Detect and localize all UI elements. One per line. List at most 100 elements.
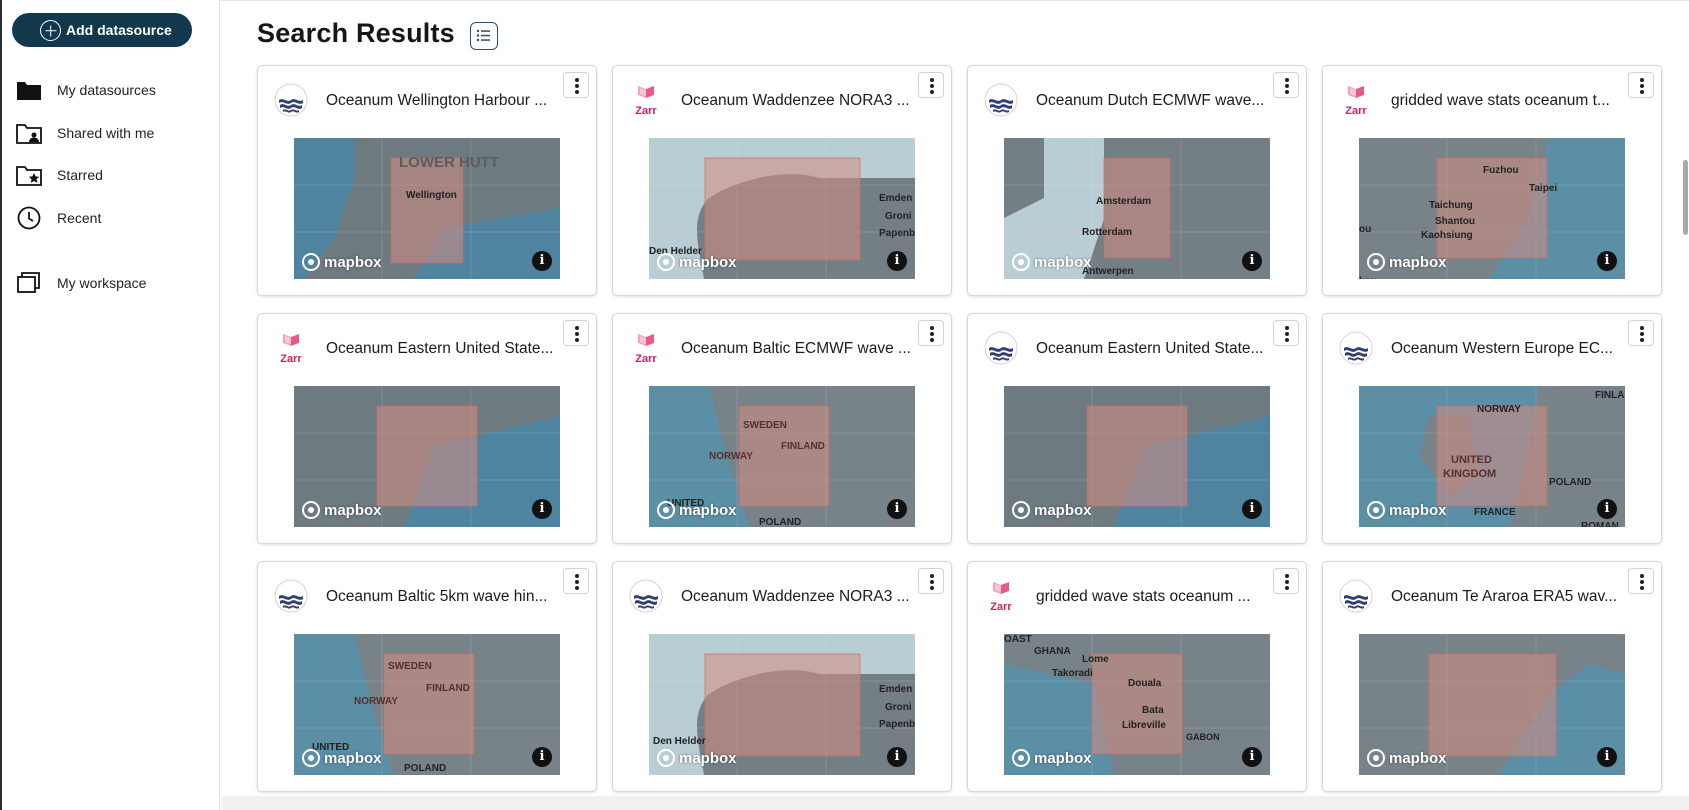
mapbox-icon bbox=[1367, 501, 1385, 519]
scrollbar[interactable] bbox=[1683, 160, 1688, 235]
more-options-button[interactable] bbox=[1273, 72, 1299, 98]
datasource-card[interactable]: Oceanum Wellington Harbour ... LOWER HUTT… bbox=[257, 65, 597, 296]
mapbox-logo[interactable]: mapbox bbox=[1367, 253, 1447, 271]
mapbox-logo[interactable]: mapbox bbox=[1012, 253, 1092, 271]
more-options-button[interactable] bbox=[918, 72, 944, 98]
info-icon[interactable]: i bbox=[887, 499, 907, 519]
mapbox-icon bbox=[657, 749, 675, 767]
mapbox-icon bbox=[1012, 501, 1030, 519]
more-options-button[interactable] bbox=[1273, 320, 1299, 346]
bounding-box bbox=[704, 653, 861, 757]
bounding-box bbox=[1428, 653, 1557, 757]
datasource-card[interactable]: Oceanum Eastern United State... mapbox i bbox=[967, 313, 1307, 544]
mapbox-logo[interactable]: mapbox bbox=[657, 253, 737, 271]
mapbox-logo[interactable]: mapbox bbox=[1012, 501, 1092, 519]
map-label: NORWAY bbox=[354, 696, 398, 707]
map-preview[interactable]: Den HelderEmdenGroniPapenbumapboxi bbox=[649, 138, 915, 279]
info-icon[interactable]: i bbox=[1242, 499, 1262, 519]
mapbox-text: mapbox bbox=[1034, 501, 1092, 519]
datasource-card[interactable]: Oceanum Dutch ECMWF wave... Amsterdam Rott… bbox=[967, 65, 1307, 296]
datasource-name[interactable]: Oceanum Eastern United State... bbox=[1036, 340, 1266, 358]
info-icon[interactable]: i bbox=[887, 747, 907, 767]
map-label: POLAND bbox=[1549, 477, 1592, 488]
info-icon[interactable]: i bbox=[532, 747, 552, 767]
more-options-button[interactable] bbox=[563, 320, 589, 346]
oceanum-logo-icon bbox=[274, 83, 308, 117]
more-options-button[interactable] bbox=[1628, 320, 1654, 346]
map-preview[interactable]: Fuzhou Taipei Taichung Shantou Kaohsiung ou ko… bbox=[1359, 138, 1625, 279]
map-preview[interactable]: mapbox i bbox=[294, 386, 560, 527]
map-preview[interactable]: mapbox i bbox=[1359, 634, 1625, 775]
datasource-name[interactable]: Oceanum Baltic 5km wave hin... bbox=[326, 588, 556, 606]
datasource-name[interactable]: Oceanum Eastern United State... bbox=[326, 340, 556, 358]
datasource-card[interactable]: Oceanum Te Araroa ERA5 wav... mapbox i bbox=[1322, 561, 1662, 792]
map-preview[interactable]: SWEDEN FINLAND NORWAY UNITED POLAND mapbox i bbox=[649, 386, 915, 527]
map-label: Kaohsiung bbox=[1421, 230, 1473, 241]
map-preview[interactable]: Den HelderEmdenGroniPapenbumapboxi bbox=[649, 634, 915, 775]
info-icon[interactable]: i bbox=[1597, 499, 1617, 519]
info-icon[interactable]: i bbox=[1242, 251, 1262, 271]
mapbox-logo[interactable]: mapbox bbox=[657, 501, 737, 519]
more-options-button[interactable] bbox=[1628, 72, 1654, 98]
map-label: KINGDOM bbox=[1443, 468, 1497, 480]
map-preview[interactable]: mapbox i bbox=[1004, 386, 1270, 527]
datasource-name[interactable]: Oceanum Waddenzee NORA3 ... bbox=[681, 588, 911, 606]
map-preview[interactable]: NORWAY FINLAN UNITED KINGDOM POLAND FRANCE ROM… bbox=[1359, 386, 1625, 527]
info-icon[interactable]: i bbox=[532, 499, 552, 519]
mapbox-logo[interactable]: mapbox bbox=[302, 501, 382, 519]
map-label: Libreville bbox=[1122, 720, 1166, 731]
datasource-name[interactable]: Oceanum Western Europe EC... bbox=[1391, 340, 1621, 358]
mapbox-logo[interactable]: mapbox bbox=[302, 749, 382, 767]
more-options-button[interactable] bbox=[918, 568, 944, 594]
datasource-card[interactable]: Oceanum Baltic 5km wave hin... SWEDEN FINL… bbox=[257, 561, 597, 792]
list-icon bbox=[476, 29, 490, 42]
datasource-card[interactable]: Oceanum Waddenzee NORA3 ... Den Helder Emd… bbox=[612, 561, 952, 792]
datasource-name[interactable]: Oceanum Dutch ECMWF wave... bbox=[1036, 92, 1266, 110]
map-label: UNITED bbox=[1451, 454, 1492, 466]
sidebar-item-my-datasources[interactable]: My datasources bbox=[16, 75, 206, 105]
mapbox-logo[interactable]: mapbox bbox=[1367, 749, 1447, 767]
map-preview[interactable]: LOWER HUTT Wellington mapbox i bbox=[294, 138, 560, 279]
info-icon[interactable]: i bbox=[887, 251, 907, 271]
mapbox-text: mapbox bbox=[1034, 749, 1092, 767]
more-options-button[interactable] bbox=[918, 320, 944, 346]
mapbox-text: mapbox bbox=[324, 253, 382, 271]
sidebar-item-recent[interactable]: Recent bbox=[16, 203, 206, 233]
info-icon[interactable]: i bbox=[1597, 251, 1617, 271]
more-options-button[interactable] bbox=[1628, 568, 1654, 594]
sidebar-item-my-workspace[interactable]: My workspace bbox=[16, 268, 206, 298]
datasource-card[interactable]: Oceanum Western Europe EC... NORWAY FINLAN… bbox=[1322, 313, 1662, 544]
map-preview[interactable]: OAST GHANA Lome Takoradi Douala Bata Librevill… bbox=[1004, 634, 1270, 775]
more-options-button[interactable] bbox=[563, 72, 589, 98]
datasource-card[interactable]: Zarr Oceanum Baltic ECMWF wave ... SWEDEN F… bbox=[612, 313, 952, 544]
datasource-name[interactable]: gridded wave stats oceanum t... bbox=[1391, 92, 1621, 110]
map-label: FINLAND bbox=[426, 683, 470, 694]
map-preview[interactable]: Amsterdam Rotterdam Antwerpen mapbox i bbox=[1004, 138, 1270, 279]
more-options-button[interactable] bbox=[1273, 568, 1299, 594]
datasource-card[interactable]: Zarr gridded wave stats oceanum ... OAST GH… bbox=[967, 561, 1307, 792]
info-icon[interactable]: i bbox=[532, 251, 552, 271]
datasource-name[interactable]: gridded wave stats oceanum ... bbox=[1036, 588, 1266, 606]
mapbox-logo[interactable]: mapbox bbox=[1367, 501, 1447, 519]
datasource-name[interactable]: Oceanum Te Araroa ERA5 wav... bbox=[1391, 588, 1621, 606]
datasource-card[interactable]: Zarr Oceanum Eastern United State... mapbo… bbox=[257, 313, 597, 544]
map-label: Rotterdam bbox=[1082, 227, 1133, 238]
map-label: SWEDEN bbox=[388, 661, 432, 672]
more-options-button[interactable] bbox=[563, 568, 589, 594]
sidebar-item-starred[interactable]: Starred bbox=[16, 160, 206, 190]
list-view-button[interactable] bbox=[470, 22, 498, 50]
info-icon[interactable]: i bbox=[1597, 747, 1617, 767]
datasource-name[interactable]: Oceanum Baltic ECMWF wave ... bbox=[681, 340, 911, 358]
mapbox-logo[interactable]: mapbox bbox=[302, 253, 382, 271]
datasource-name[interactable]: Oceanum Waddenzee NORA3 ... bbox=[681, 92, 911, 110]
map-preview[interactable]: SWEDEN FINLAND NORWAY UNITED POLAND mapbox i bbox=[294, 634, 560, 775]
datasource-card[interactable]: Zarr Oceanum Waddenzee NORA3 ... Den Helde… bbox=[612, 65, 952, 296]
info-icon[interactable]: i bbox=[1242, 747, 1262, 767]
mapbox-logo[interactable]: mapbox bbox=[657, 749, 737, 767]
datasource-name[interactable]: Oceanum Wellington Harbour ... bbox=[326, 92, 556, 110]
datasource-card[interactable]: Zarr gridded wave stats oceanum t... Fuzho… bbox=[1322, 65, 1662, 296]
sidebar-item-shared-with-me[interactable]: Shared with me bbox=[16, 118, 206, 148]
mapbox-logo[interactable]: mapbox bbox=[1012, 749, 1092, 767]
add-datasource-button[interactable]: Add datasource bbox=[12, 13, 192, 47]
map-label: SWEDEN bbox=[743, 420, 787, 431]
